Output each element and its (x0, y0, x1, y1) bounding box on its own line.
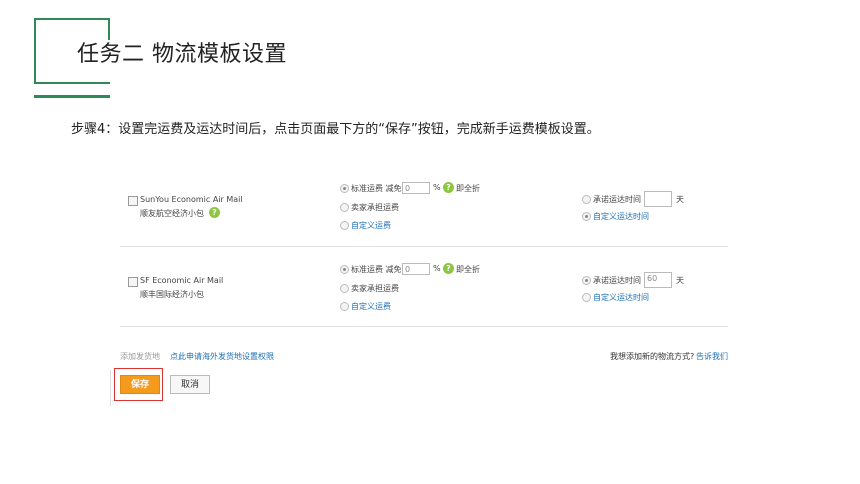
title-frame-bottom (34, 82, 110, 84)
radio-standard-fee[interactable] (340, 184, 349, 193)
carrier-checkbox-sunyou[interactable] (128, 196, 138, 206)
suggest-text: 我想添加新的物流方式? (610, 352, 695, 361)
seller-pays-label: 卖家承担运费 (351, 203, 399, 212)
custom-fee-link[interactable]: 自定义运费 (351, 301, 391, 312)
radio-seller-pays[interactable] (340, 284, 349, 293)
row-divider (120, 326, 728, 327)
add-origin-label: 添加发货地 (120, 352, 160, 361)
promise-days-input[interactable]: 60 (644, 272, 672, 288)
custom-time-link[interactable]: 自定义运达时间 (593, 211, 649, 222)
standard-fee-label: 标准运费 减免 (351, 184, 402, 193)
help-icon[interactable]: ? (209, 207, 220, 218)
suggest-link[interactable]: 告诉我们 (696, 351, 728, 362)
promise-time-label: 承诺运达时间 (593, 195, 641, 204)
custom-fee-link[interactable]: 自定义运费 (351, 220, 391, 231)
carrier-name-cn: 顺友航空经济小包 (140, 209, 204, 218)
discount-input[interactable]: 0 (402, 263, 430, 275)
custom-time-link[interactable]: 自定义运达时间 (593, 292, 649, 303)
radio-custom-fee[interactable] (340, 221, 349, 230)
radio-custom-time[interactable] (582, 293, 591, 302)
shipping-template-panel: SunYou Economic Air Mail 顺友航空经济小包 ? 标准运费… (110, 158, 730, 408)
title-underline (34, 95, 110, 98)
step-instruction: 步骤4：设置完运费及运达时间后，点击页面最下方的“保存”按钮，完成新手运费模板设… (71, 122, 600, 137)
save-button[interactable]: 保存 (120, 375, 160, 394)
discount-input[interactable]: 0 (402, 182, 430, 194)
radio-custom-time[interactable] (582, 212, 591, 221)
radio-custom-fee[interactable] (340, 302, 349, 311)
help-icon[interactable]: ? (443, 263, 454, 274)
promise-time-label: 承诺运达时间 (593, 276, 641, 285)
apply-permission-link[interactable]: 点此申请海外发货地设置权限 (170, 351, 274, 362)
cancel-button[interactable]: 取消 (170, 375, 210, 394)
radio-promise-time[interactable] (582, 276, 591, 285)
carrier-checkbox-sf[interactable] (128, 277, 138, 287)
row-divider (120, 246, 728, 247)
slide-title: 任务二 物流模板设置 (77, 42, 287, 67)
standard-fee-label: 标准运费 减免 (351, 265, 402, 274)
days-label: 天 (676, 276, 684, 285)
radio-promise-time[interactable] (582, 195, 591, 204)
radio-standard-fee[interactable] (340, 265, 349, 274)
days-label: 天 (676, 195, 684, 204)
full-discount-label: 即全折 (456, 184, 480, 193)
title-frame-top (34, 18, 110, 20)
seller-pays-label: 卖家承担运费 (351, 284, 399, 293)
percent-label: % (433, 264, 441, 273)
full-discount-label: 即全折 (456, 265, 480, 274)
carrier-name-en: SunYou Economic Air Mail (140, 195, 243, 204)
radio-seller-pays[interactable] (340, 203, 349, 212)
promise-days-input[interactable] (644, 191, 672, 207)
carrier-name-cn: 顺丰国际经济小包 (140, 290, 204, 299)
help-icon[interactable]: ? (443, 182, 454, 193)
panel-edge (110, 370, 111, 406)
title-frame-left (34, 18, 36, 84)
percent-label: % (433, 183, 441, 192)
carrier-name-en: SF Economic Air Mail (140, 276, 224, 285)
